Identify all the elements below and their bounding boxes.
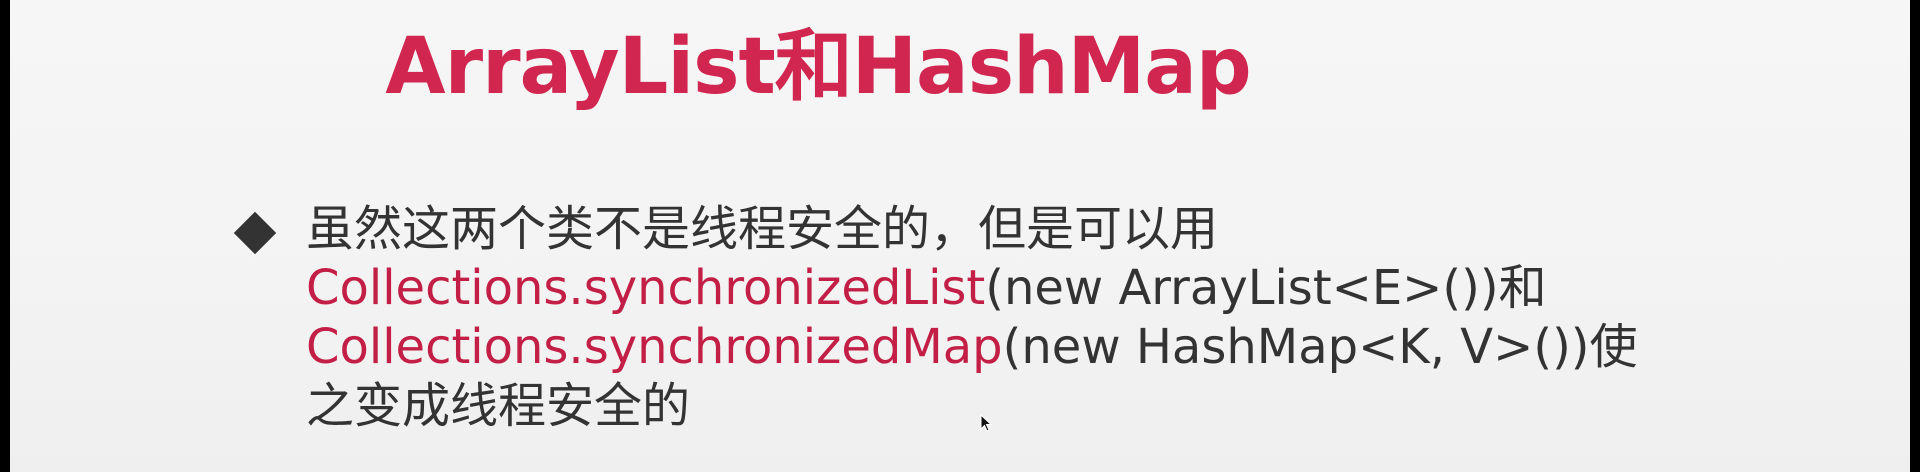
video-frame: ArrayList和HashMap 虽然这两个类不是线程安全的，但是可以用 Co…	[0, 0, 1920, 472]
synchronized-list-method: Collections.synchronizedList	[306, 260, 986, 316]
bullet-line-3: Collections.synchronizedMap(new HashMap<…	[306, 318, 1726, 377]
bullet-text: 虽然这两个类不是线程安全的，但是可以用 Collections.synchron…	[306, 200, 1726, 436]
diamond-bullet-icon	[233, 211, 277, 255]
bullet-line-1: 虽然这两个类不是线程安全的，但是可以用	[306, 201, 1219, 257]
hashmap-constructor-text: (new HashMap<K, V>())使	[1002, 319, 1638, 375]
bullet-line-2: Collections.synchronizedList(new ArrayLi…	[306, 259, 1726, 318]
presentation-slide: ArrayList和HashMap 虽然这两个类不是线程安全的，但是可以用 Co…	[10, 0, 1910, 472]
mouse-cursor-icon	[980, 414, 992, 432]
slide-title: ArrayList和HashMap	[385, 22, 1252, 112]
bullet-line-4: 之变成线程安全的	[306, 378, 691, 434]
arraylist-constructor-text: (new ArrayList<E>())和	[985, 260, 1547, 316]
synchronized-map-method: Collections.synchronizedMap	[306, 319, 1003, 375]
